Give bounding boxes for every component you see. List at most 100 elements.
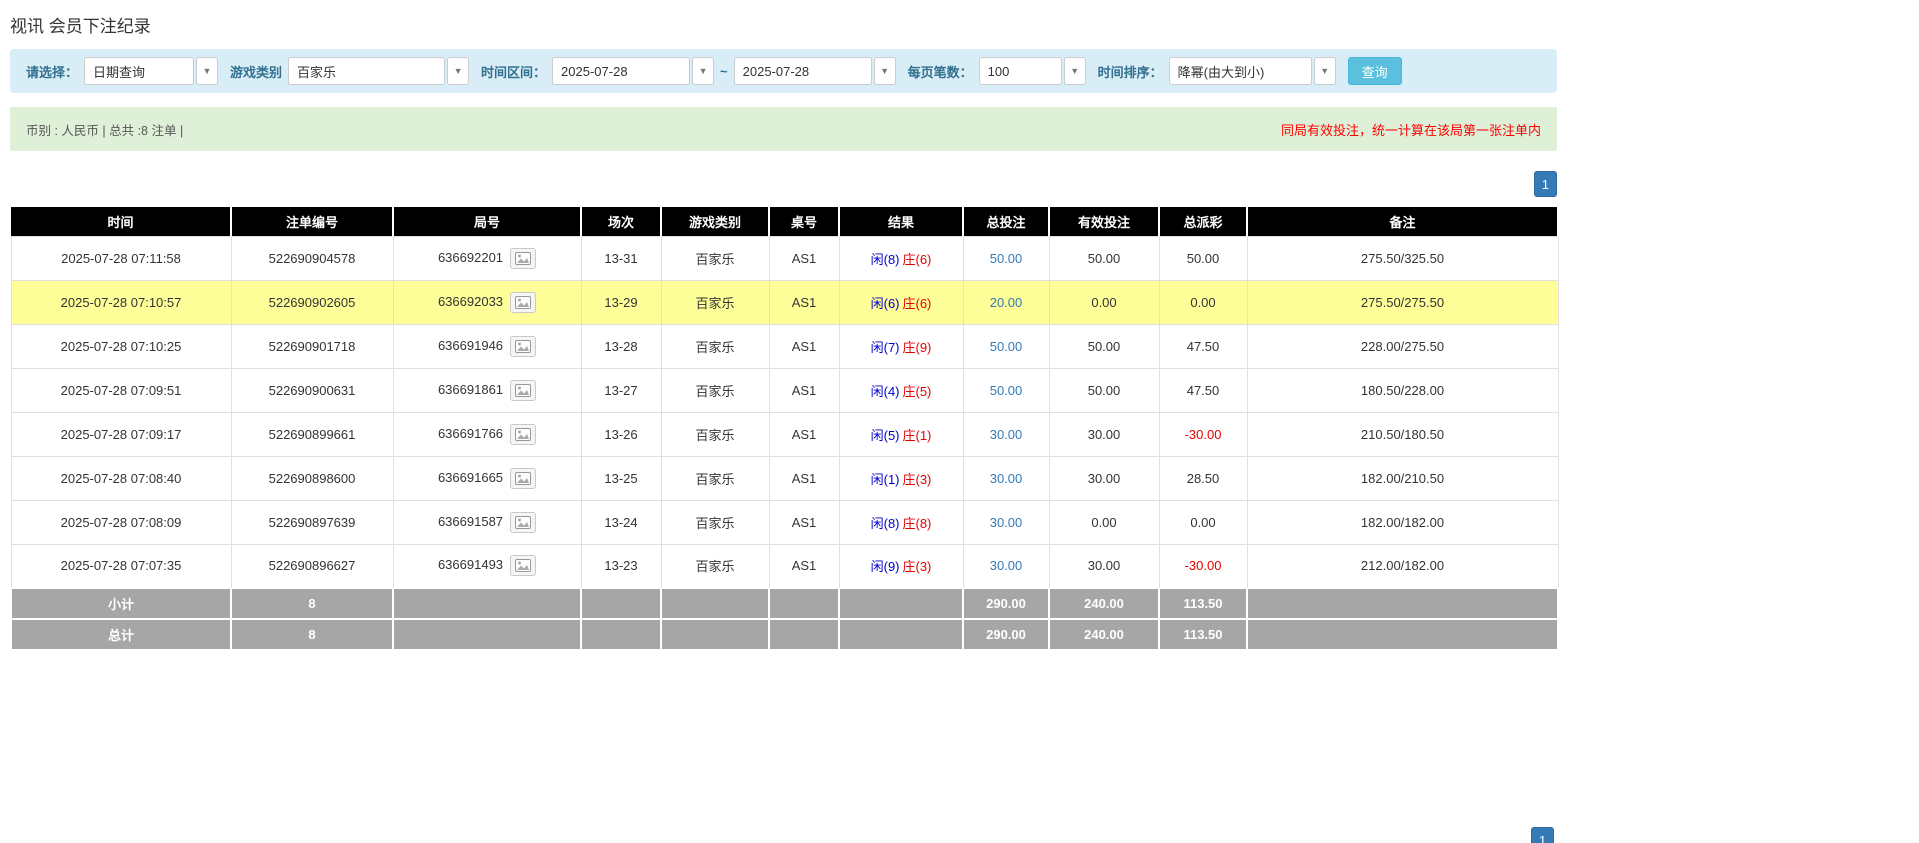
cell-round: 636692033 bbox=[393, 280, 581, 324]
result-player: 闲(8) bbox=[871, 252, 900, 267]
total-label: 总计 bbox=[11, 619, 231, 650]
cell-total-bet[interactable]: 50.00 bbox=[963, 236, 1049, 280]
sort-value[interactable]: 降幂(由大到小) bbox=[1169, 57, 1312, 85]
chevron-down-icon[interactable]: ▼ bbox=[447, 57, 469, 85]
cell-note: 275.50/275.50 bbox=[1247, 280, 1558, 324]
query-type-value[interactable]: 日期查询 bbox=[84, 57, 194, 85]
cell-result: 闲(4)庄(5) bbox=[839, 368, 963, 412]
round-number: 636691493 bbox=[438, 557, 503, 572]
table-row: 2025-07-28 07:09:51 522690900631 6366918… bbox=[11, 368, 1558, 412]
valid-bet-notice: 同局有效投注，统一计算在该局第一张注单内 bbox=[1281, 120, 1541, 139]
cell-note: 210.50/180.50 bbox=[1247, 412, 1558, 456]
result-banker: 庄(3) bbox=[903, 559, 932, 574]
result-banker: 庄(3) bbox=[903, 472, 932, 487]
chevron-down-icon[interactable]: ▼ bbox=[874, 57, 896, 85]
result-player: 闲(9) bbox=[871, 559, 900, 574]
round-detail-icon[interactable] bbox=[510, 468, 536, 489]
table-body: 2025-07-28 07:11:58 522690904578 6366922… bbox=[11, 236, 1558, 588]
cell-game-type: 百家乐 bbox=[661, 412, 769, 456]
cell-game-type: 百家乐 bbox=[661, 280, 769, 324]
table-row: 2025-07-28 07:11:58 522690904578 6366922… bbox=[11, 236, 1558, 280]
table-header-row: 时间注单编号局号场次游戏类别桌号结果总投注有效投注总派彩备注 bbox=[11, 207, 1558, 236]
round-detail-icon[interactable] bbox=[510, 380, 536, 401]
result-banker: 庄(8) bbox=[903, 516, 932, 531]
empty-cell bbox=[1247, 619, 1558, 650]
cell-total-bet[interactable]: 30.00 bbox=[963, 500, 1049, 544]
cell-total-bet[interactable]: 30.00 bbox=[963, 412, 1049, 456]
round-number: 636691766 bbox=[438, 425, 503, 440]
chevron-down-icon[interactable]: ▼ bbox=[196, 57, 218, 85]
cell-session: 13-26 bbox=[581, 412, 661, 456]
select-label: 请选择： bbox=[26, 62, 78, 81]
cell-total-bet[interactable]: 50.00 bbox=[963, 324, 1049, 368]
date-from-select[interactable]: 2025-07-28 ▼ bbox=[552, 57, 714, 85]
result-banker: 庄(9) bbox=[903, 340, 932, 355]
subtotal-row: 小计 8 290.00 240.00 113.50 bbox=[11, 588, 1558, 619]
chevron-down-icon[interactable]: ▼ bbox=[692, 57, 714, 85]
cell-note: 180.50/228.00 bbox=[1247, 368, 1558, 412]
date-to-select[interactable]: 2025-07-28 ▼ bbox=[734, 57, 896, 85]
column-header: 注单编号 bbox=[231, 207, 393, 236]
cell-payout: -30.00 bbox=[1159, 412, 1247, 456]
game-type-select[interactable]: 百家乐 ▼ bbox=[288, 57, 469, 85]
cell-session: 13-31 bbox=[581, 236, 661, 280]
result-banker: 庄(6) bbox=[903, 296, 932, 311]
table-row: 2025-07-28 07:08:09 522690897639 6366915… bbox=[11, 500, 1558, 544]
round-detail-icon[interactable] bbox=[510, 424, 536, 445]
cell-table-number: AS1 bbox=[769, 500, 839, 544]
cell-table-number: AS1 bbox=[769, 280, 839, 324]
sort-select[interactable]: 降幂(由大到小) ▼ bbox=[1169, 57, 1336, 85]
round-detail-icon[interactable] bbox=[510, 336, 536, 357]
cell-round: 636691587 bbox=[393, 500, 581, 544]
search-button[interactable]: 查询 bbox=[1348, 57, 1402, 85]
query-type-select[interactable]: 日期查询 ▼ bbox=[84, 57, 218, 85]
column-header: 备注 bbox=[1247, 207, 1558, 236]
pagination-page-1[interactable]: 1 bbox=[1534, 171, 1557, 197]
cell-total-bet[interactable]: 30.00 bbox=[963, 456, 1049, 500]
sort-label: 时间排序： bbox=[1098, 62, 1163, 81]
round-number: 636692201 bbox=[438, 249, 503, 264]
column-header: 时间 bbox=[11, 207, 231, 236]
date-from-value[interactable]: 2025-07-28 bbox=[552, 57, 690, 85]
cell-valid-bet: 0.00 bbox=[1049, 280, 1159, 324]
empty-cell bbox=[661, 588, 769, 619]
round-detail-icon[interactable] bbox=[510, 248, 536, 269]
cell-note: 228.00/275.50 bbox=[1247, 324, 1558, 368]
cell-bet-id: 522690897639 bbox=[231, 500, 393, 544]
chevron-down-icon[interactable]: ▼ bbox=[1314, 57, 1336, 85]
cell-round: 636692201 bbox=[393, 236, 581, 280]
result-player: 闲(6) bbox=[871, 296, 900, 311]
cell-time: 2025-07-28 07:08:09 bbox=[11, 500, 231, 544]
result-player: 闲(1) bbox=[871, 472, 900, 487]
cell-note: 275.50/325.50 bbox=[1247, 236, 1558, 280]
summary-bar: 币别 : 人民币 | 总共 :8 注单 | 同局有效投注，统一计算在该局第一张注… bbox=[10, 107, 1557, 151]
cell-table-number: AS1 bbox=[769, 412, 839, 456]
cell-total-bet[interactable]: 30.00 bbox=[963, 544, 1049, 588]
cell-table-number: AS1 bbox=[769, 368, 839, 412]
cell-total-bet[interactable]: 50.00 bbox=[963, 368, 1049, 412]
empty-cell bbox=[769, 588, 839, 619]
column-header: 场次 bbox=[581, 207, 661, 236]
cell-bet-id: 522690899661 bbox=[231, 412, 393, 456]
records-table: 时间注单编号局号场次游戏类别桌号结果总投注有效投注总派彩备注 2025-07-2… bbox=[10, 207, 1559, 651]
cell-session: 13-25 bbox=[581, 456, 661, 500]
column-header: 结果 bbox=[839, 207, 963, 236]
result-banker: 庄(6) bbox=[903, 252, 932, 267]
result-player: 闲(5) bbox=[871, 428, 900, 443]
round-detail-icon[interactable] bbox=[510, 512, 536, 533]
round-detail-icon[interactable] bbox=[510, 292, 536, 313]
game-type-value[interactable]: 百家乐 bbox=[288, 57, 445, 85]
column-header: 局号 bbox=[393, 207, 581, 236]
empty-cell bbox=[581, 588, 661, 619]
cell-time: 2025-07-28 07:11:58 bbox=[11, 236, 231, 280]
date-to-value[interactable]: 2025-07-28 bbox=[734, 57, 872, 85]
chevron-down-icon[interactable]: ▼ bbox=[1064, 57, 1086, 85]
cell-total-bet[interactable]: 20.00 bbox=[963, 280, 1049, 324]
subtotal-count: 8 bbox=[231, 588, 393, 619]
cell-payout: 47.50 bbox=[1159, 324, 1247, 368]
round-detail-icon[interactable] bbox=[510, 555, 536, 576]
page-size-value[interactable]: 100 bbox=[979, 57, 1062, 85]
pagination-page-1[interactable]: 1 bbox=[1531, 827, 1554, 843]
page-size-select[interactable]: 100 ▼ bbox=[979, 57, 1086, 85]
cell-session: 13-24 bbox=[581, 500, 661, 544]
